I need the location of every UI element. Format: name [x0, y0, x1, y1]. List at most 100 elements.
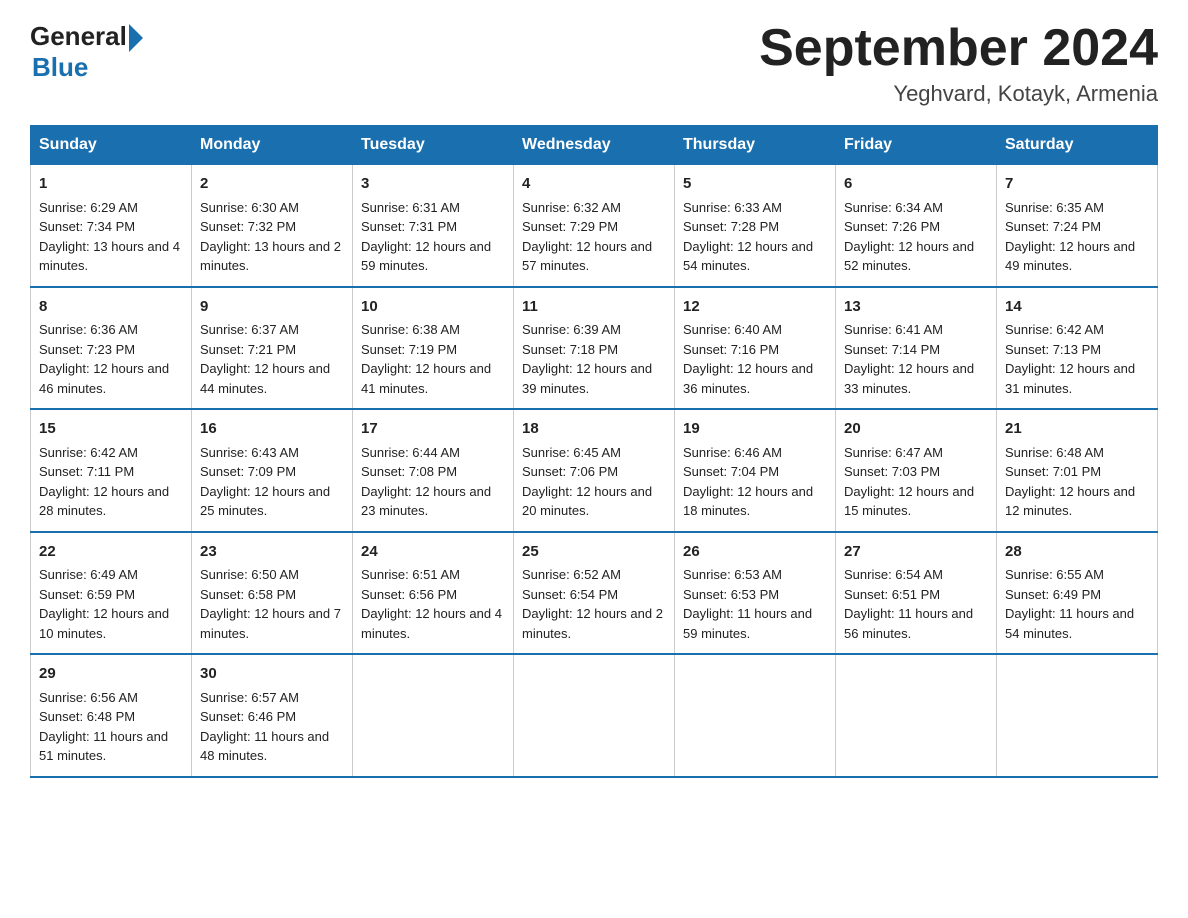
calendar-cell [514, 654, 675, 777]
day-info: Sunrise: 6:56 AMSunset: 6:48 PMDaylight:… [39, 688, 183, 766]
day-number: 14 [1005, 296, 1149, 319]
day-number: 11 [522, 296, 666, 319]
day-number: 26 [683, 541, 827, 564]
month-year-title: September 2024 [759, 20, 1158, 77]
calendar-cell: 22 Sunrise: 6:49 AMSunset: 6:59 PMDaylig… [31, 532, 192, 655]
calendar-week-row: 29 Sunrise: 6:56 AMSunset: 6:48 PMDaylig… [31, 654, 1158, 777]
day-info: Sunrise: 6:42 AMSunset: 7:13 PMDaylight:… [1005, 320, 1149, 398]
day-number: 23 [200, 541, 344, 564]
weekday-header-row: Sunday Monday Tuesday Wednesday Thursday… [31, 126, 1158, 165]
day-info: Sunrise: 6:48 AMSunset: 7:01 PMDaylight:… [1005, 443, 1149, 521]
day-info: Sunrise: 6:51 AMSunset: 6:56 PMDaylight:… [361, 565, 505, 643]
day-number: 29 [39, 663, 183, 686]
day-number: 12 [683, 296, 827, 319]
day-info: Sunrise: 6:31 AMSunset: 7:31 PMDaylight:… [361, 198, 505, 276]
day-number: 24 [361, 541, 505, 564]
day-number: 21 [1005, 418, 1149, 441]
calendar-cell: 24 Sunrise: 6:51 AMSunset: 6:56 PMDaylig… [353, 532, 514, 655]
header-saturday: Saturday [997, 126, 1158, 165]
calendar-cell: 3 Sunrise: 6:31 AMSunset: 7:31 PMDayligh… [353, 165, 514, 287]
logo-general-text: General [30, 21, 127, 52]
day-number: 20 [844, 418, 988, 441]
calendar-cell: 20 Sunrise: 6:47 AMSunset: 7:03 PMDaylig… [836, 409, 997, 532]
calendar-cell: 11 Sunrise: 6:39 AMSunset: 7:18 PMDaylig… [514, 287, 675, 410]
calendar-table: Sunday Monday Tuesday Wednesday Thursday… [30, 125, 1158, 778]
day-info: Sunrise: 6:55 AMSunset: 6:49 PMDaylight:… [1005, 565, 1149, 643]
day-number: 22 [39, 541, 183, 564]
day-number: 5 [683, 173, 827, 196]
day-info: Sunrise: 6:30 AMSunset: 7:32 PMDaylight:… [200, 198, 344, 276]
calendar-cell: 23 Sunrise: 6:50 AMSunset: 6:58 PMDaylig… [192, 532, 353, 655]
calendar-cell: 2 Sunrise: 6:30 AMSunset: 7:32 PMDayligh… [192, 165, 353, 287]
header-friday: Friday [836, 126, 997, 165]
day-info: Sunrise: 6:44 AMSunset: 7:08 PMDaylight:… [361, 443, 505, 521]
calendar-cell: 18 Sunrise: 6:45 AMSunset: 7:06 PMDaylig… [514, 409, 675, 532]
day-number: 4 [522, 173, 666, 196]
calendar-cell: 17 Sunrise: 6:44 AMSunset: 7:08 PMDaylig… [353, 409, 514, 532]
calendar-cell: 13 Sunrise: 6:41 AMSunset: 7:14 PMDaylig… [836, 287, 997, 410]
day-info: Sunrise: 6:39 AMSunset: 7:18 PMDaylight:… [522, 320, 666, 398]
header-sunday: Sunday [31, 126, 192, 165]
day-number: 27 [844, 541, 988, 564]
day-number: 13 [844, 296, 988, 319]
logo: General Blue [30, 20, 143, 83]
calendar-cell: 25 Sunrise: 6:52 AMSunset: 6:54 PMDaylig… [514, 532, 675, 655]
day-info: Sunrise: 6:54 AMSunset: 6:51 PMDaylight:… [844, 565, 988, 643]
day-info: Sunrise: 6:53 AMSunset: 6:53 PMDaylight:… [683, 565, 827, 643]
calendar-cell: 7 Sunrise: 6:35 AMSunset: 7:24 PMDayligh… [997, 165, 1158, 287]
day-info: Sunrise: 6:35 AMSunset: 7:24 PMDaylight:… [1005, 198, 1149, 276]
calendar-cell: 9 Sunrise: 6:37 AMSunset: 7:21 PMDayligh… [192, 287, 353, 410]
day-info: Sunrise: 6:45 AMSunset: 7:06 PMDaylight:… [522, 443, 666, 521]
day-number: 1 [39, 173, 183, 196]
day-info: Sunrise: 6:29 AMSunset: 7:34 PMDaylight:… [39, 198, 183, 276]
day-info: Sunrise: 6:47 AMSunset: 7:03 PMDaylight:… [844, 443, 988, 521]
calendar-header: Sunday Monday Tuesday Wednesday Thursday… [31, 126, 1158, 165]
calendar-week-row: 15 Sunrise: 6:42 AMSunset: 7:11 PMDaylig… [31, 409, 1158, 532]
day-info: Sunrise: 6:52 AMSunset: 6:54 PMDaylight:… [522, 565, 666, 643]
calendar-cell: 27 Sunrise: 6:54 AMSunset: 6:51 PMDaylig… [836, 532, 997, 655]
calendar-cell: 26 Sunrise: 6:53 AMSunset: 6:53 PMDaylig… [675, 532, 836, 655]
calendar-cell: 21 Sunrise: 6:48 AMSunset: 7:01 PMDaylig… [997, 409, 1158, 532]
calendar-week-row: 1 Sunrise: 6:29 AMSunset: 7:34 PMDayligh… [31, 165, 1158, 287]
calendar-cell [353, 654, 514, 777]
day-number: 17 [361, 418, 505, 441]
calendar-cell: 1 Sunrise: 6:29 AMSunset: 7:34 PMDayligh… [31, 165, 192, 287]
day-number: 7 [1005, 173, 1149, 196]
day-number: 19 [683, 418, 827, 441]
day-number: 2 [200, 173, 344, 196]
day-info: Sunrise: 6:57 AMSunset: 6:46 PMDaylight:… [200, 688, 344, 766]
calendar-cell: 10 Sunrise: 6:38 AMSunset: 7:19 PMDaylig… [353, 287, 514, 410]
day-info: Sunrise: 6:37 AMSunset: 7:21 PMDaylight:… [200, 320, 344, 398]
day-info: Sunrise: 6:41 AMSunset: 7:14 PMDaylight:… [844, 320, 988, 398]
day-number: 16 [200, 418, 344, 441]
day-number: 30 [200, 663, 344, 686]
calendar-body: 1 Sunrise: 6:29 AMSunset: 7:34 PMDayligh… [31, 165, 1158, 777]
header-tuesday: Tuesday [353, 126, 514, 165]
day-number: 18 [522, 418, 666, 441]
calendar-cell [997, 654, 1158, 777]
day-info: Sunrise: 6:34 AMSunset: 7:26 PMDaylight:… [844, 198, 988, 276]
day-info: Sunrise: 6:38 AMSunset: 7:19 PMDaylight:… [361, 320, 505, 398]
day-number: 3 [361, 173, 505, 196]
calendar-cell: 6 Sunrise: 6:34 AMSunset: 7:26 PMDayligh… [836, 165, 997, 287]
title-block: September 2024 Yeghvard, Kotayk, Armenia [759, 20, 1158, 107]
calendar-cell: 16 Sunrise: 6:43 AMSunset: 7:09 PMDaylig… [192, 409, 353, 532]
calendar-cell: 4 Sunrise: 6:32 AMSunset: 7:29 PMDayligh… [514, 165, 675, 287]
day-number: 28 [1005, 541, 1149, 564]
day-number: 10 [361, 296, 505, 319]
location-subtitle: Yeghvard, Kotayk, Armenia [759, 81, 1158, 107]
day-number: 25 [522, 541, 666, 564]
calendar-cell: 28 Sunrise: 6:55 AMSunset: 6:49 PMDaylig… [997, 532, 1158, 655]
page-header: General Blue September 2024 Yeghvard, Ko… [30, 20, 1158, 107]
day-number: 15 [39, 418, 183, 441]
day-number: 8 [39, 296, 183, 319]
header-thursday: Thursday [675, 126, 836, 165]
calendar-week-row: 22 Sunrise: 6:49 AMSunset: 6:59 PMDaylig… [31, 532, 1158, 655]
calendar-cell: 8 Sunrise: 6:36 AMSunset: 7:23 PMDayligh… [31, 287, 192, 410]
day-number: 9 [200, 296, 344, 319]
calendar-week-row: 8 Sunrise: 6:36 AMSunset: 7:23 PMDayligh… [31, 287, 1158, 410]
day-info: Sunrise: 6:32 AMSunset: 7:29 PMDaylight:… [522, 198, 666, 276]
logo-blue-text: Blue [32, 52, 143, 83]
day-info: Sunrise: 6:33 AMSunset: 7:28 PMDaylight:… [683, 198, 827, 276]
calendar-cell: 30 Sunrise: 6:57 AMSunset: 6:46 PMDaylig… [192, 654, 353, 777]
